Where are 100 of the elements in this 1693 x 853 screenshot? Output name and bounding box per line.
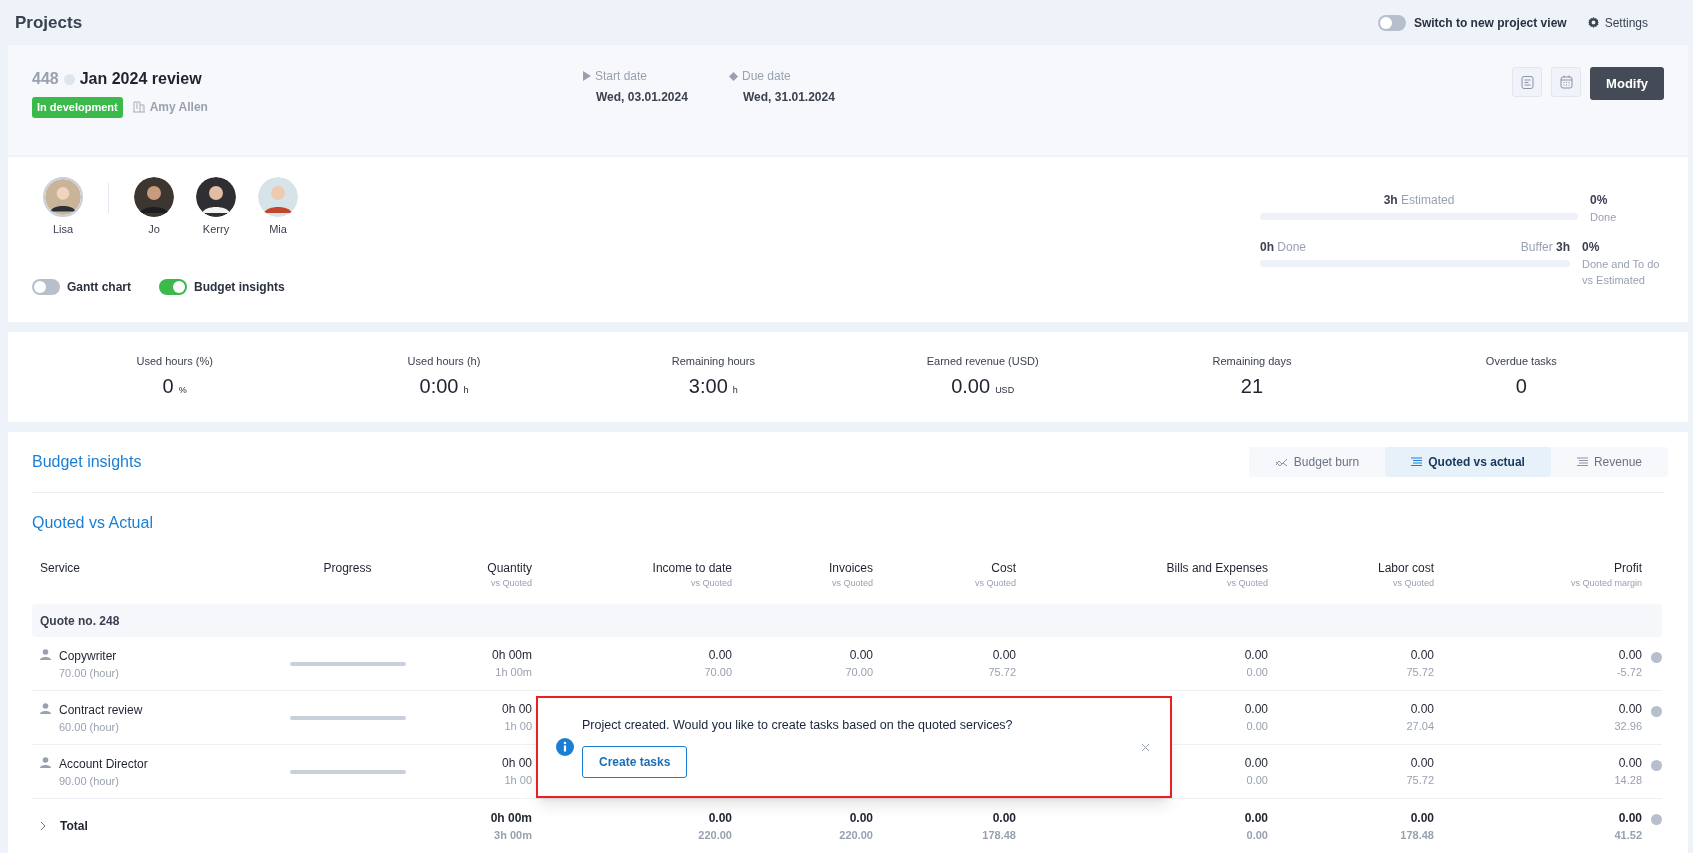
stat-value: 0:00 h (419, 374, 469, 400)
toggle-switch[interactable] (159, 278, 187, 295)
column-header: Invoices (828, 560, 873, 577)
column-header: Bills and Expenses (1166, 560, 1268, 577)
section-title: Budget insights (32, 452, 142, 472)
building-icon (132, 101, 145, 114)
column-header: Profit (1614, 560, 1642, 577)
table-cell-text: 1h 00m (495, 665, 532, 681)
profit-status-icon (1651, 814, 1662, 825)
settings-button[interactable]: Settings (1586, 13, 1648, 32)
table-cell-text: 0.00 (1618, 809, 1642, 827)
view-tab[interactable]: Revenue (1550, 447, 1668, 477)
member-name: Jo (148, 222, 160, 237)
chevron-right-icon[interactable] (40, 821, 46, 831)
table-cell-text: 0.00 (1410, 647, 1434, 665)
table-cell-text: 220.00 (839, 827, 873, 843)
estimated-hours: 3h Estimated (1383, 193, 1455, 207)
table-cell-text: 0.00 (849, 647, 873, 665)
table-cell-text: 0.00 (1244, 647, 1268, 665)
person-icon (40, 703, 51, 714)
modify-button[interactable]: Modify (1590, 67, 1664, 100)
calendar-button[interactable] (1551, 67, 1582, 97)
table-cell-text: 0.00 (1246, 719, 1268, 735)
table-cell-text: 0h 00 (501, 755, 532, 773)
column-header: Quantity (487, 560, 532, 577)
create-tasks-button[interactable]: Create tasks (582, 746, 688, 779)
settings-icon (1586, 16, 1600, 29)
table-cell-text: 0.00 (708, 647, 732, 665)
member-name: Kerry (202, 222, 230, 237)
service-rate: 60.00 (hour) (59, 720, 120, 735)
table-cell-text: 0.00 (1410, 755, 1434, 773)
column-header: Cost (991, 560, 1016, 577)
service-name: Account Director (59, 756, 148, 773)
column-header: Labor cost (1377, 560, 1434, 577)
total-label: Total (60, 818, 88, 835)
table-cell-text: 0.00 (1244, 755, 1268, 773)
toggle-label: Switch to new project view (1413, 14, 1567, 32)
table-cell-text: -5.72 (1616, 665, 1642, 681)
report-button[interactable] (1512, 67, 1543, 97)
project-number: 448 (32, 69, 59, 89)
column-subtitle: vs Quoted (974, 577, 1016, 590)
table-cell-text: 75.72 (1406, 665, 1434, 681)
document-icon (1520, 75, 1534, 89)
table-cell-text: 3h 00m (494, 827, 532, 843)
stat-value: 21 (1240, 374, 1264, 400)
stat-label: Remaining hours (671, 353, 755, 369)
client-name: Amy Allen (149, 99, 208, 117)
table-cell-text: 27.04 (1406, 719, 1434, 735)
table-cell-text: 14.28 (1614, 773, 1642, 789)
table-cell-text: 0.00 (1244, 701, 1268, 719)
table-cell-text: 0.00 (992, 647, 1016, 665)
table-cell-text: 0.00 (849, 809, 873, 827)
column-subtitle: vs Quoted (1392, 577, 1434, 590)
member-name: Mia (269, 222, 287, 237)
percent-value: 0% (1582, 238, 1601, 256)
date-value: Wed, 03.01.2024 (595, 89, 689, 106)
column-subtitle: vs Quoted margin (1570, 577, 1642, 590)
table-cell-text: 75.72 (1406, 773, 1434, 789)
page-title: Projects (15, 11, 83, 34)
view-tab[interactable]: Budget burn (1248, 447, 1386, 477)
table-cell-text: 1h 00 (504, 773, 532, 789)
table-cell-text: 0h 00m (490, 809, 532, 827)
table-cell-text: 70.00 (845, 665, 873, 681)
stat-value: 0.00 USD (951, 374, 1015, 400)
percent-value: 0% (1590, 192, 1609, 209)
member-name: Lisa (52, 222, 74, 237)
table-cell-text: 178.48 (982, 827, 1016, 843)
table-cell-text: 70.00 (704, 665, 732, 681)
toggle-switch[interactable] (32, 278, 60, 295)
service-rate: 70.00 (hour) (59, 666, 119, 681)
person-icon (40, 649, 51, 660)
table-cell-text: 0h 00m (491, 647, 532, 665)
service-name: Contract review (59, 702, 143, 719)
table-cell-text: 0.00 (1246, 773, 1268, 789)
percent-label: Done (1590, 210, 1617, 225)
stat-value: 0 % (162, 374, 187, 400)
profit-status-icon (1651, 706, 1662, 717)
avatar[interactable] (134, 177, 174, 217)
stat-label: Remaining days (1212, 353, 1292, 369)
profit-status-icon (1651, 652, 1662, 663)
service-name: Copywriter (59, 648, 118, 665)
toggle-switch[interactable] (1377, 14, 1406, 31)
view-tab[interactable]: Quoted vs actual (1385, 447, 1551, 477)
stat-label: Used hours (h) (407, 353, 481, 369)
table-cell-text: 41.52 (1614, 827, 1642, 843)
close-icon[interactable] (1141, 742, 1150, 752)
percent-label: Done and To do vs Estimated (1582, 256, 1660, 288)
avatar[interactable] (196, 177, 236, 217)
profit-status-icon (1651, 760, 1662, 771)
date-label: Start date (595, 68, 648, 85)
table-cell-text: 0.00 (1618, 647, 1642, 665)
buffer-hours: Buffer 3h (1520, 238, 1570, 256)
table-cell-text: 178.48 (1400, 827, 1434, 843)
column-header: Income to date (652, 560, 732, 577)
column-subtitle: vs Quoted (831, 577, 873, 590)
stat-label: Earned revenue (USD) (926, 353, 1039, 369)
avatar[interactable] (43, 177, 83, 217)
trend-icon (1274, 457, 1288, 467)
toast-message: Project created. Would you like to create tasks based on the quoted services? (582, 716, 1013, 734)
table-cell-text: 0.00 (992, 809, 1016, 827)
